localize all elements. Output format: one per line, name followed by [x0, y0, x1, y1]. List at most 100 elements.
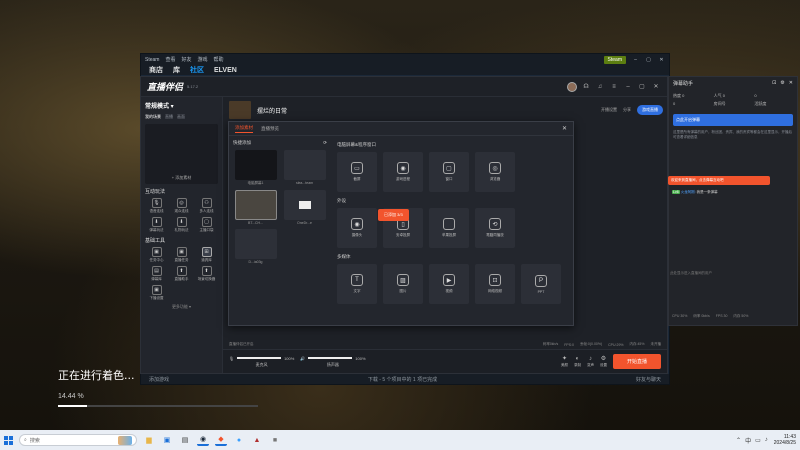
mic-volume[interactable]: 🎙 100% 麦克风	[229, 356, 294, 368]
source-browser[interactable]: ◎ 浏览器	[475, 152, 515, 192]
store-icon[interactable]: ▣	[161, 434, 173, 446]
source-apple-cast[interactable]: 苹果投屏	[429, 208, 469, 248]
assistant-blue-bar[interactable]: 点此开启弹幕	[673, 114, 793, 126]
add-source-button[interactable]: + 添加素材	[172, 175, 191, 181]
quick-thumb[interactable]: BT...CH...	[233, 190, 278, 225]
steam-nav-store[interactable]: 商店	[149, 65, 163, 75]
close-icon[interactable]: ✕	[562, 125, 567, 132]
thumb-image	[234, 229, 277, 259]
source-image[interactable]: ▨ 图片	[383, 264, 423, 304]
taskbar-search[interactable]: ⌕ 搜索	[19, 434, 137, 446]
chat-username[interactable]: 火龙阿刚:	[681, 190, 696, 194]
steam-nav-profile[interactable]: ELVEN	[214, 67, 237, 74]
chat-message[interactable]: Lv6 火龙阿刚: 我是一条弹幕	[672, 190, 718, 195]
tool-live-task[interactable]: ▣ 直播任务	[170, 247, 193, 263]
windows-start-icon[interactable]	[4, 435, 13, 445]
steam-menu-help[interactable]: 帮助	[214, 56, 224, 63]
tab-live[interactable]: 直播	[165, 114, 173, 120]
record-button[interactable]: ◐ 录制	[574, 356, 581, 368]
file-explorer-icon[interactable]: ▆	[143, 434, 155, 446]
other-app-icon[interactable]: ■	[269, 434, 281, 446]
room-title[interactable]: 摆烂的日常	[257, 106, 287, 115]
source-sync-play[interactable]: ⟲ 電腦同播放	[475, 208, 515, 248]
quick-thumb[interactable]: slea...team	[282, 150, 327, 186]
friends-chat-button[interactable]: 好友与聊天	[636, 376, 661, 383]
add-game-button[interactable]: 添加游戏	[149, 376, 169, 383]
tool-live-assistant[interactable]: ⬆ 直播助手	[170, 266, 193, 282]
menu-icon[interactable]: ≡	[609, 84, 619, 90]
start-live-button[interactable]: 开始直播	[612, 354, 661, 369]
maximize-icon[interactable]: ▢	[637, 83, 647, 90]
steam-menu-games[interactable]: 游戏	[197, 56, 207, 63]
language-icon[interactable]: 中	[745, 436, 751, 445]
tool-voice-link[interactable]: 🎙 语音连线	[145, 198, 168, 214]
quick-thumb[interactable]: D...ia03g	[233, 229, 278, 264]
tool-prop-library[interactable]: ⊞ 道具库	[195, 247, 218, 263]
source-text[interactable]: T 文字	[337, 264, 377, 304]
mode-selector[interactable]: 常规模式 ▾	[145, 101, 218, 110]
tab-live-preview[interactable]: 直播预览	[261, 126, 279, 132]
tool-end-settings[interactable]: ▣ 下播设置	[145, 285, 168, 301]
mic-slider-track[interactable]	[237, 357, 282, 359]
close-icon[interactable]: ✕	[789, 80, 793, 86]
close-icon[interactable]: ✕	[658, 57, 665, 63]
close-icon[interactable]: ✕	[651, 83, 661, 90]
source-video[interactable]: ▶ 视频	[429, 264, 469, 304]
steam-nav-community[interactable]: 社区	[190, 65, 204, 75]
share-button[interactable]: 分享	[623, 107, 631, 113]
live-settings-button[interactable]: 开播设置	[601, 107, 617, 113]
minimize-icon[interactable]: –	[623, 84, 633, 90]
tab-my-scene[interactable]: 我的场景	[145, 114, 161, 120]
chevron-up-icon[interactable]: ⌃	[736, 437, 741, 444]
speaker-slider-track[interactable]	[308, 357, 353, 359]
source-ppt[interactable]: P PPT	[521, 264, 561, 304]
maximize-icon[interactable]: ▢	[645, 57, 652, 63]
source-web-video[interactable]: ⊡ 网络视频	[475, 264, 515, 304]
network-icon[interactable]: ▭	[755, 437, 761, 444]
tool-audience-link[interactable]: ◎ 观众连线	[170, 198, 193, 214]
pin-icon[interactable]: ⊡	[772, 80, 776, 86]
source-game-process[interactable]: ◉ 游戏进程	[383, 152, 423, 192]
gift-icon: ⬇	[176, 217, 187, 227]
quick-thumb[interactable]: 电脑屏幕1	[233, 150, 278, 186]
source-screenshot[interactable]: ▭ 截屏	[337, 152, 377, 192]
game-thumbnail[interactable]	[229, 101, 251, 119]
chat-app-icon[interactable]: ●	[233, 434, 245, 446]
minimize-icon[interactable]: –	[632, 57, 639, 63]
game-live-pill[interactable]: 游戏直播	[637, 105, 663, 115]
voice-changer-button[interactable]: ♪ 变声	[587, 356, 594, 368]
bell-icon[interactable]: ♫	[595, 84, 605, 90]
steam-icon[interactable]: ◉	[197, 434, 209, 446]
tool-anchor-pocket[interactable]: ▢ 主播口袋	[195, 217, 218, 233]
tool-gift-game[interactable]: ⬇ 礼物玩法	[170, 217, 193, 233]
tool-task-center[interactable]: ▣ 任务中心	[145, 247, 168, 263]
tool-scene-switcher[interactable]: ⬆ 场景切换器	[195, 266, 218, 282]
source-camera[interactable]: ◉ 摄像头	[337, 208, 377, 248]
refresh-icon[interactable]: ⟳	[323, 140, 327, 146]
game-app-icon[interactable]: ▲	[251, 434, 263, 446]
more-tools-button[interactable]: 更多功能 ▾	[145, 304, 218, 310]
tool-danmaku-library[interactable]: ▤ 弹幕库	[145, 266, 168, 282]
source-window[interactable]: ▢ 窗口	[429, 152, 469, 192]
steam-nav-library[interactable]: 库	[173, 65, 180, 75]
headset-icon[interactable]: ☊	[581, 83, 591, 90]
tool-multi-link[interactable]: ⚇ 多人连线	[195, 198, 218, 214]
speaker-volume[interactable]: 🔊 100% 扬声器	[300, 356, 365, 368]
clock[interactable]: 11:43 2024/8/25	[774, 434, 796, 446]
settings-button[interactable]: ⚙ 设置	[600, 355, 607, 368]
steam-menu-view[interactable]: 查看	[165, 56, 175, 63]
quick-thumb[interactable]: OneDr...e	[282, 190, 327, 225]
tab-add-source[interactable]: 添加素材	[235, 125, 253, 133]
tool-danmaku-game[interactable]: ⬇ 弹幕玩法	[145, 217, 168, 233]
live-app-icon[interactable]: ◆	[215, 434, 227, 446]
tab-canvas[interactable]: 画面	[177, 114, 185, 120]
beauty-button[interactable]: ✦ 美颜	[561, 355, 568, 368]
steam-username[interactable]: Steam	[603, 55, 626, 64]
avatar[interactable]	[567, 81, 577, 92]
terminal-icon[interactable]: ▤	[179, 434, 191, 446]
volume-icon[interactable]: ♪	[765, 437, 768, 443]
download-status[interactable]: 下载 - 5 个项目中的 1 项已完成	[368, 376, 437, 383]
status-item: FPS:0	[564, 342, 574, 347]
settings-icon[interactable]: ⚙	[780, 80, 784, 86]
steam-menu-friends[interactable]: 好友	[181, 56, 191, 63]
